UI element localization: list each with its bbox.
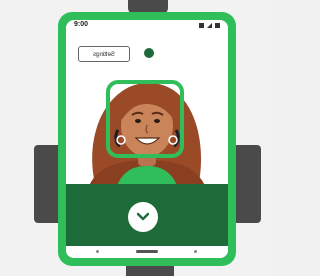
nav-home-pill[interactable] xyxy=(136,250,158,253)
wifi-icon xyxy=(199,23,204,28)
status-time: 9:00 xyxy=(74,21,89,28)
settings-button[interactable]: Settings xyxy=(78,46,130,62)
record-dot-icon xyxy=(144,48,154,58)
nav-back-icon[interactable] xyxy=(96,250,99,253)
signal-icon xyxy=(207,23,212,28)
camera-preview xyxy=(66,70,228,188)
illustration-stage: 9:00 Settings xyxy=(0,0,274,276)
camera-controls-panel xyxy=(66,184,228,246)
navigation-bar xyxy=(66,246,228,258)
battery-icon xyxy=(215,23,220,28)
face-detection-frame xyxy=(106,80,184,158)
status-icons xyxy=(199,23,220,28)
nav-recents-icon[interactable] xyxy=(194,250,197,253)
chevron-down-icon xyxy=(136,212,150,221)
phone-screen: 9:00 Settings xyxy=(66,20,228,258)
status-bar: 9:00 xyxy=(66,20,228,32)
capture-button[interactable] xyxy=(128,202,158,232)
phone-body: 9:00 Settings xyxy=(58,12,236,266)
